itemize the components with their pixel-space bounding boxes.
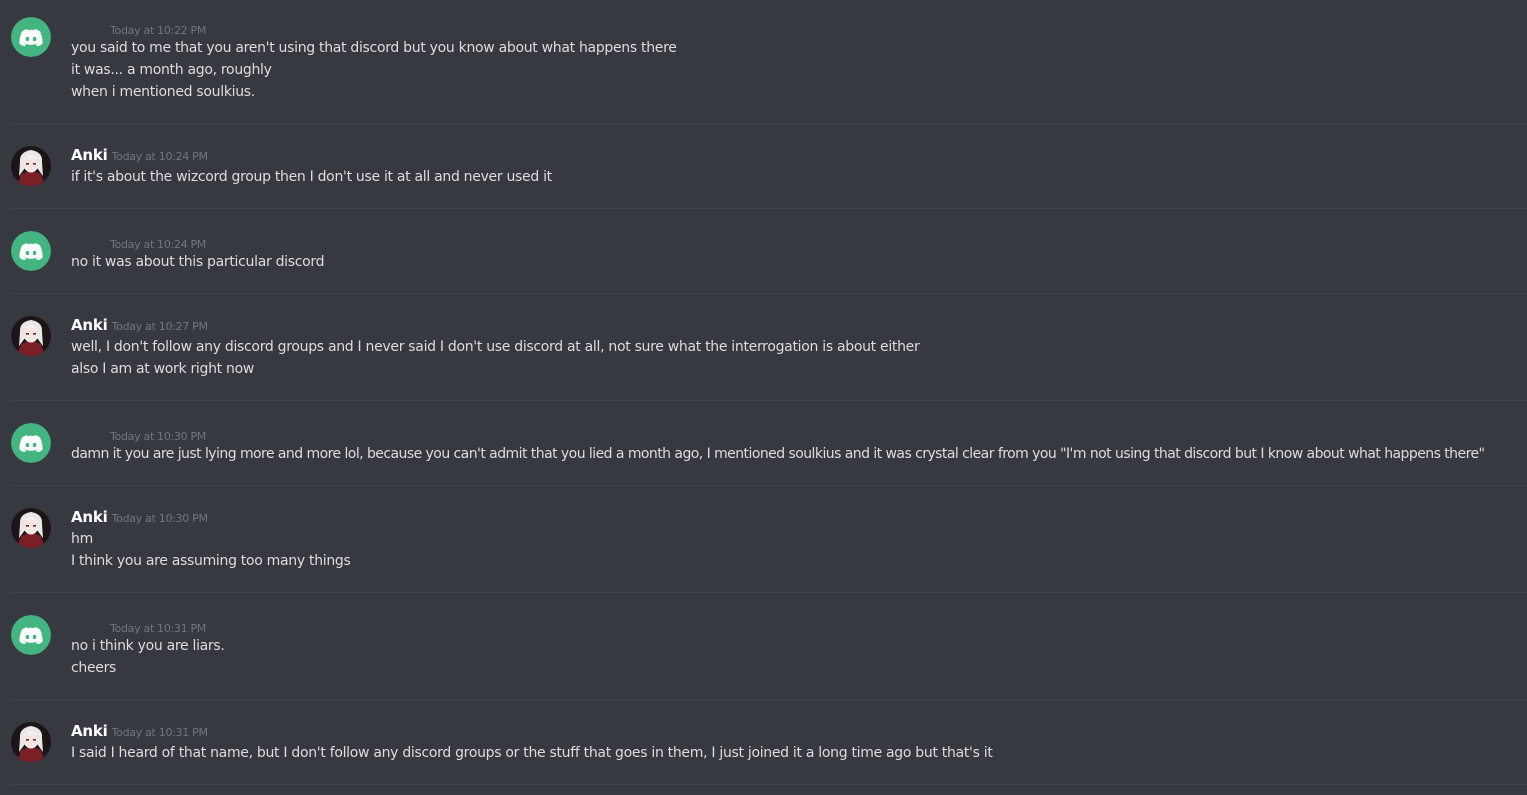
- message-header: Anki Today at 10:31 PM: [71, 721, 208, 740]
- message-line: you said to me that you aren't using tha…: [71, 40, 677, 56]
- timestamp[interactable]: Today at 10:31 PM: [112, 726, 208, 739]
- discord-logo-icon[interactable]: [11, 615, 51, 655]
- message-header: Today at 10:30 PM: [71, 425, 206, 444]
- message-line: also I am at work right now: [71, 361, 255, 377]
- message-header: Anki Today at 10:30 PM: [71, 507, 208, 526]
- message-divider: [11, 699, 1527, 700]
- message-divider: [11, 485, 1527, 486]
- timestamp[interactable]: Today at 10:27 PM: [112, 320, 208, 333]
- message-divider: [11, 123, 1527, 124]
- message-header: Anki Today at 10:27 PM: [71, 315, 208, 334]
- message-header: Today at 10:31 PM: [71, 617, 206, 636]
- username[interactable]: Anki: [71, 508, 108, 526]
- message-divider: [11, 293, 1527, 294]
- message-line: hm: [71, 531, 93, 547]
- timestamp[interactable]: Today at 10:31 PM: [110, 622, 206, 635]
- anki-avatar[interactable]: [11, 722, 51, 762]
- message-header: Today at 10:22 PM: [71, 19, 206, 38]
- anki-avatar[interactable]: [11, 146, 51, 186]
- message-line: no it was about this particular discord: [71, 254, 325, 270]
- message-line: cheers: [71, 660, 117, 676]
- anki-avatar[interactable]: [11, 508, 51, 548]
- message-line: I think you are assuming too many things: [71, 553, 351, 569]
- chat-messages: Today at 10:22 PM you said to me that yo…: [0, 0, 1527, 795]
- message-line: when i mentioned soulkius.: [71, 84, 255, 100]
- timestamp[interactable]: Today at 10:22 PM: [110, 24, 206, 37]
- message-line: damn it you are just lying more and more…: [71, 446, 1485, 462]
- message-divider: [11, 208, 1527, 209]
- message-line: it was... a month ago, roughly: [71, 62, 272, 78]
- discord-logo-icon[interactable]: [11, 17, 51, 57]
- timestamp[interactable]: Today at 10:30 PM: [112, 512, 208, 525]
- discord-logo-icon[interactable]: [11, 231, 51, 271]
- message-line: I said I heard of that name, but I don't…: [71, 745, 993, 761]
- message-divider: [11, 784, 1527, 785]
- message-line: no i think you are liars.: [71, 638, 225, 654]
- discord-logo-icon[interactable]: [11, 423, 51, 463]
- message-divider: [11, 592, 1527, 593]
- message-line: well, I don't follow any discord groups …: [71, 339, 920, 355]
- message-header: Today at 10:24 PM: [71, 233, 206, 252]
- timestamp[interactable]: Today at 10:24 PM: [112, 150, 208, 163]
- timestamp[interactable]: Today at 10:30 PM: [110, 430, 206, 443]
- message-header: Anki Today at 10:24 PM: [71, 145, 208, 164]
- username[interactable]: Anki: [71, 316, 108, 334]
- message-divider: [11, 400, 1527, 401]
- username[interactable]: Anki: [71, 146, 108, 164]
- anki-avatar[interactable]: [11, 316, 51, 356]
- timestamp[interactable]: Today at 10:24 PM: [110, 238, 206, 251]
- username[interactable]: Anki: [71, 722, 108, 740]
- message-line: if it's about the wizcord group then I d…: [71, 169, 552, 185]
